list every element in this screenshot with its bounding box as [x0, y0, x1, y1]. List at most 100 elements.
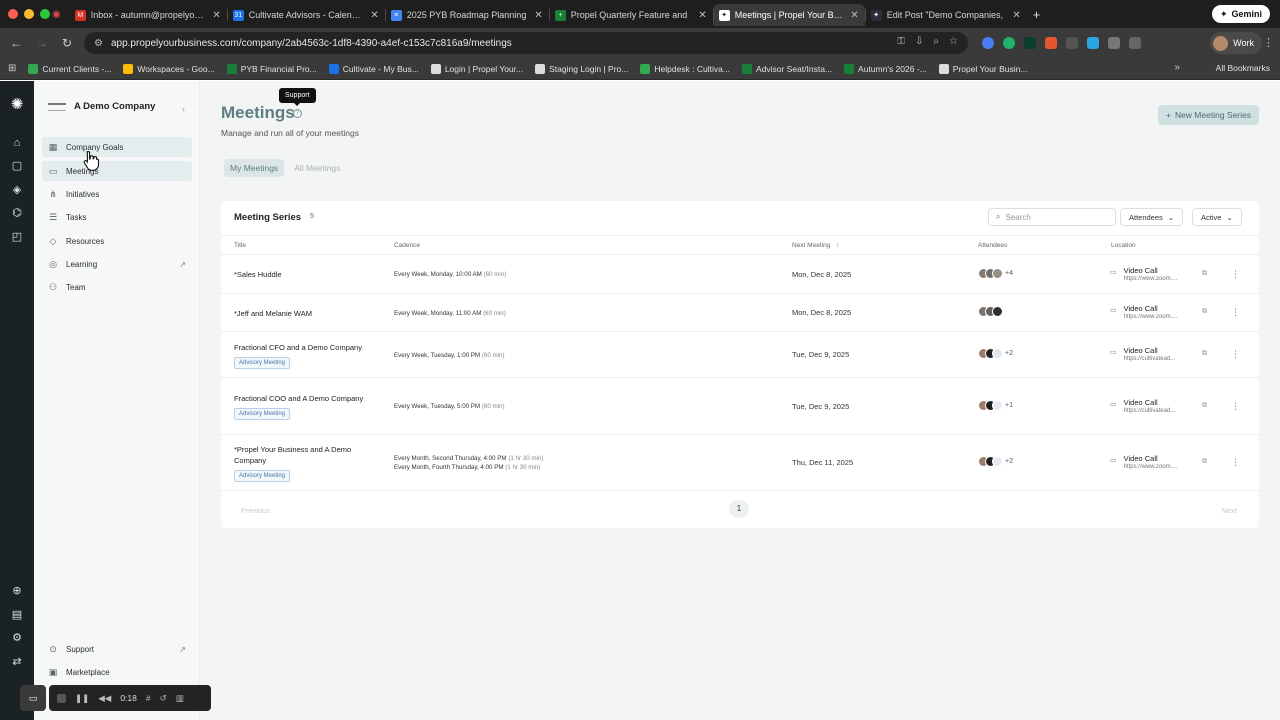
sidebar-item-marketplace[interactable]: ▣ Marketplace: [42, 662, 192, 682]
row-menu-icon[interactable]: ⋮: [1231, 349, 1240, 360]
bookmark-item[interactable]: Workspaces - Goo...: [123, 63, 215, 74]
building-icon[interactable]: ▤: [11, 609, 23, 621]
gemini-button[interactable]: ✦ Gemini: [1211, 5, 1270, 23]
table-row[interactable]: *Propel Your Business and A Demo Company…: [221, 435, 1259, 491]
meeting-title[interactable]: Fractional COO and A Demo Company: [234, 393, 374, 404]
page-number-button[interactable]: 1: [729, 500, 749, 518]
extension-4-icon[interactable]: [1045, 37, 1057, 49]
attendees-cell[interactable]: [978, 306, 1003, 317]
browser-menu-icon[interactable]: ⋮: [1263, 36, 1274, 49]
copy-link-icon[interactable]: ⧉: [1202, 458, 1207, 466]
close-tab-icon[interactable]: ✕: [534, 10, 542, 21]
sidebar-item-company-goals[interactable]: ▦ Company Goals: [42, 137, 192, 157]
company-switcher[interactable]: A Demo Company: [48, 101, 155, 112]
table-row[interactable]: Fractional CFO and a Demo Company Advisor…: [221, 332, 1259, 378]
close-tab-icon[interactable]: ✕: [370, 10, 378, 21]
pause-icon[interactable]: ❚❚: [75, 693, 89, 704]
attendees-cell[interactable]: +2: [978, 456, 1013, 467]
extension-1-icon[interactable]: [982, 37, 994, 49]
bookmark-item[interactable]: Staging Login | Pro...: [535, 63, 628, 74]
bookmark-item[interactable]: PYB Financial Pro...: [226, 63, 317, 74]
browser-tab[interactable]: ≡ 2025 PYB Roadmap Planning ✕: [384, 4, 549, 26]
camera-toggle-icon[interactable]: ▭: [20, 685, 46, 711]
home-icon[interactable]: ⌂: [11, 137, 23, 149]
new-meeting-series-button[interactable]: + New Meeting Series: [1157, 105, 1259, 125]
settings-gear-icon[interactable]: ⚙: [11, 632, 23, 644]
column-cadence[interactable]: Cadence: [394, 242, 420, 249]
trash-icon[interactable]: ▥: [176, 693, 184, 704]
attendees-cell[interactable]: +2: [978, 348, 1013, 359]
copy-link-icon[interactable]: ⧉: [1202, 270, 1207, 278]
row-menu-icon[interactable]: ⋮: [1231, 269, 1240, 280]
copy-link-icon[interactable]: ⧉: [1202, 308, 1207, 316]
install-app-icon[interactable]: ⇩: [915, 36, 923, 47]
meeting-title[interactable]: *Jeff and Melanie WAM: [234, 308, 374, 319]
bookmark-item[interactable]: Propel Your Busin...: [938, 63, 1027, 74]
tab-my-meetings[interactable]: My Meetings: [224, 159, 285, 177]
restart-icon[interactable]: ↺: [160, 693, 167, 704]
analytics-icon[interactable]: ◰: [11, 231, 23, 243]
attendees-cell[interactable]: +1: [978, 399, 1013, 411]
meeting-link[interactable]: https://www.zoom....: [1124, 275, 1178, 283]
draw-icon[interactable]: #: [146, 693, 151, 703]
table-row[interactable]: Fractional COO and A Demo Company Advisor…: [221, 378, 1259, 435]
sidebar-item-initiatives[interactable]: ⋔ Initiatives: [42, 184, 192, 204]
browser-tab[interactable]: M Inbox - autumn@propelyourb ✕: [69, 4, 227, 26]
attendees-cell[interactable]: +4: [978, 267, 1013, 279]
password-key-icon[interactable]: ⚿: [897, 36, 905, 47]
sidebar-item-resources[interactable]: ◇ Resources: [42, 231, 192, 251]
bookmark-item[interactable]: Advisor Seat/Insta...: [741, 63, 832, 74]
column-next-meeting[interactable]: Next Meeting ↑: [792, 242, 839, 249]
meeting-link[interactable]: https://cultivatead...: [1124, 407, 1176, 415]
meeting-link[interactable]: https://www.zoom....: [1124, 313, 1178, 321]
site-settings-icon[interactable]: ⚙: [94, 38, 103, 49]
graduation-icon[interactable]: ⌬: [11, 207, 23, 219]
layers-icon[interactable]: ◈: [11, 184, 23, 196]
profile-button[interactable]: Work: [1210, 32, 1262, 54]
close-tab-icon[interactable]: ✕: [212, 10, 220, 21]
close-window-button[interactable]: [8, 9, 18, 19]
extension-5-icon[interactable]: [1066, 37, 1078, 49]
table-row[interactable]: *Jeff and Melanie WAM Every Week, Monday,…: [221, 294, 1259, 332]
rewind-icon[interactable]: ◀◀: [98, 693, 111, 704]
tab-all-meetings[interactable]: All Meetings: [288, 159, 346, 177]
new-tab-button[interactable]: +: [1033, 7, 1041, 22]
row-menu-icon[interactable]: ⋮: [1231, 401, 1240, 412]
sidebar-item-tasks[interactable]: ☰ Tasks: [42, 207, 192, 227]
previous-page-button[interactable]: Previous: [241, 506, 270, 515]
meeting-link[interactable]: https://cultivatead...: [1124, 355, 1176, 363]
all-bookmarks-button[interactable]: All Bookmarks: [1216, 63, 1270, 73]
table-row[interactable]: *Sales Huddle Every Week, Monday, 10:00 A…: [221, 255, 1259, 294]
column-location[interactable]: Location: [1111, 242, 1136, 249]
next-page-button[interactable]: Next: [1222, 506, 1237, 515]
bookmark-star-icon[interactable]: ☆: [949, 36, 958, 47]
meeting-title[interactable]: *Propel Your Business and A Demo Company: [234, 444, 374, 466]
attendees-filter[interactable]: Attendees ⌄: [1120, 208, 1184, 226]
extension-3-icon[interactable]: [1024, 37, 1036, 49]
extension-6-icon[interactable]: [1087, 37, 1099, 49]
more-bookmarks-icon[interactable]: »: [1174, 62, 1180, 73]
status-filter[interactable]: Active ⌄: [1192, 208, 1242, 226]
column-attendees[interactable]: Attendees: [978, 242, 1007, 249]
reload-icon[interactable]: ↻: [62, 36, 72, 50]
row-menu-icon[interactable]: ⋮: [1231, 457, 1240, 468]
bookmark-item[interactable]: Cultivate - My Bus...: [328, 63, 419, 74]
help-lifebuoy-icon[interactable]: ⊕: [11, 585, 23, 597]
zoom-icon[interactable]: ⌕: [933, 36, 939, 47]
help-question-icon[interactable]: ?: [293, 109, 302, 118]
propel-logo-icon[interactable]: ✺: [9, 97, 25, 115]
sidebar-item-learning[interactable]: ◎ Learning ↗: [42, 254, 192, 274]
browser-tab[interactable]: 31 Cultivate Advisors - Calendar ✕: [226, 4, 385, 26]
row-menu-icon[interactable]: ⋮: [1231, 307, 1240, 318]
close-tab-icon[interactable]: ✕: [850, 10, 858, 21]
close-tab-icon[interactable]: ✕: [1012, 10, 1020, 21]
bookmark-item[interactable]: Current Clients -...: [28, 63, 111, 74]
close-tab-icon[interactable]: ✕: [698, 10, 706, 21]
extensions-puzzle-icon[interactable]: [1108, 37, 1120, 49]
meeting-title[interactable]: *Sales Huddle: [234, 269, 374, 280]
chat-icon[interactable]: ▢: [11, 160, 23, 172]
switch-arrows-icon[interactable]: ⇄: [11, 656, 23, 668]
forward-arrow-icon[interactable]: →: [36, 36, 48, 50]
minimize-window-button[interactable]: [24, 9, 34, 19]
sidebar-item-team[interactable]: ⚇ Team: [42, 277, 192, 297]
